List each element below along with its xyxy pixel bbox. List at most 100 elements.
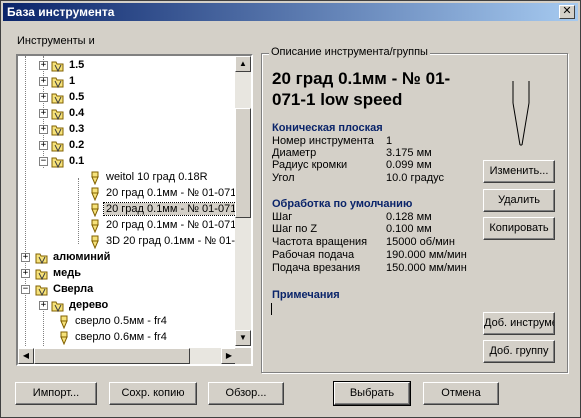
tree-item-label: 0.1 bbox=[69, 155, 85, 167]
stepdown-value: 0.100 мм bbox=[386, 223, 432, 235]
tree-item[interactable]: +1 bbox=[18, 74, 237, 90]
tree-item-label: 20 град 0.1мм - № 01-071-1 bbox=[106, 187, 237, 199]
folder-icon bbox=[51, 91, 65, 105]
collapse-icon[interactable]: − bbox=[39, 157, 48, 166]
scroll-corner bbox=[235, 348, 251, 364]
tree-horizontal-scrollbar[interactable]: ◀ ▶ bbox=[18, 348, 237, 364]
tree-item[interactable]: + медь bbox=[18, 266, 237, 282]
cutter-icon bbox=[88, 187, 102, 201]
horizontal-scroll-thumb[interactable] bbox=[34, 348, 190, 364]
tree-item-label: сверло 0.6мм - fr4 bbox=[75, 331, 167, 343]
browse-button[interactable]: Обзор... bbox=[208, 382, 284, 405]
expand-icon[interactable]: + bbox=[21, 253, 30, 262]
tree-item-label: сверло 0.5мм - fr4 bbox=[75, 315, 167, 327]
tree-vertical-scrollbar[interactable]: ▲ ▼ bbox=[235, 56, 251, 346]
tree-item[interactable]: − 0.1 bbox=[18, 154, 237, 170]
tree-item-label: 0.4 bbox=[69, 107, 85, 119]
tree-item[interactable]: + дерево bbox=[18, 298, 237, 314]
tree-item[interactable]: сверло 0.6мм - fr4 bbox=[18, 330, 237, 346]
scroll-down-button[interactable]: ▼ bbox=[235, 330, 251, 346]
stepover-value: 0.128 мм bbox=[386, 211, 432, 223]
tree-item[interactable]: +0.5 bbox=[18, 90, 237, 106]
tree-item[interactable]: +1.5 bbox=[18, 58, 237, 74]
tree-item-label: 0.2 bbox=[69, 139, 85, 151]
collapse-icon[interactable]: − bbox=[21, 285, 30, 294]
tree-item-label: 0.3 bbox=[69, 123, 85, 135]
plunge-rate-value: 150.000 мм/мин bbox=[386, 262, 467, 274]
notes-text-field[interactable] bbox=[271, 303, 272, 315]
cancel-button[interactable]: Отмена bbox=[423, 382, 499, 405]
tree-item[interactable]: +0.3 bbox=[18, 122, 237, 138]
angle-label: Угол bbox=[272, 172, 295, 184]
drill-icon bbox=[57, 331, 71, 345]
expand-icon[interactable]: + bbox=[39, 141, 48, 150]
tree-item-label: Сверла bbox=[53, 283, 94, 295]
scroll-left-button[interactable]: ◀ bbox=[18, 348, 34, 364]
tree-item[interactable]: + алюминий bbox=[18, 250, 237, 266]
select-button[interactable]: Выбрать bbox=[333, 381, 411, 406]
expand-icon[interactable]: + bbox=[39, 61, 48, 70]
expand-icon[interactable]: + bbox=[39, 125, 48, 134]
window-title: База инструмента bbox=[7, 5, 115, 19]
tree-item[interactable]: 3D 20 град 0.1мм - № 01-071 bbox=[18, 234, 237, 250]
edge-radius-value: 0.099 мм bbox=[386, 159, 432, 171]
expand-icon[interactable]: + bbox=[39, 77, 48, 86]
diameter-value: 3.175 мм bbox=[386, 147, 432, 159]
folder-icon bbox=[35, 251, 49, 265]
expand-icon[interactable]: + bbox=[39, 109, 48, 118]
tree-item[interactable]: 20 град 0.1мм - № 01-071-1 lo bbox=[18, 202, 237, 218]
default-machining-heading: Обработка по умолчанию bbox=[272, 198, 413, 210]
feed-rate-label: Рабочая подача bbox=[272, 249, 355, 261]
tree-item-label: 0.5 bbox=[69, 91, 85, 103]
save-copy-button[interactable]: Сохр. копию bbox=[109, 382, 197, 405]
feed-rate-value: 190.000 мм/мин bbox=[386, 249, 467, 261]
plunge-rate-label: Подача врезания bbox=[272, 262, 361, 274]
expand-icon[interactable]: + bbox=[39, 301, 48, 310]
tool-title: 20 град 0.1мм - № 01-071-1 low speed bbox=[272, 69, 451, 109]
folder-icon bbox=[51, 155, 65, 169]
delete-button[interactable]: Удалить bbox=[483, 189, 555, 212]
tree-item-label: 20 град 0.1мм - № 01-071-1 lo bbox=[103, 202, 237, 216]
cutter-icon bbox=[88, 235, 102, 249]
stepover-label: Шаг bbox=[272, 211, 293, 223]
tree-item[interactable]: сверло 0.5мм - fr4 bbox=[18, 314, 237, 330]
tree-item[interactable]: − Сверла bbox=[18, 282, 237, 298]
tree-item-label: 1.5 bbox=[69, 59, 85, 71]
folder-icon bbox=[51, 107, 65, 121]
copy-button[interactable]: Копировать bbox=[483, 217, 555, 240]
vertical-scroll-thumb[interactable] bbox=[235, 108, 251, 218]
tree-item-label: алюминий bbox=[53, 251, 111, 263]
tree-label: Инструменты и bbox=[17, 35, 95, 47]
tool-tree[interactable]: +1.5 +1 +0.5 +0.4 +0.3 +0.2−0.1 weitol 10 град… bbox=[16, 54, 253, 366]
tree-item[interactable]: +0.2 bbox=[18, 138, 237, 154]
tree-item-label: 20 град 0.1мм - № 01-071-1 lo bbox=[106, 219, 237, 231]
import-button[interactable]: Импорт... bbox=[15, 382, 97, 405]
folder-icon bbox=[51, 75, 65, 89]
tree-item[interactable]: 20 град 0.1мм - № 01-071-1 bbox=[18, 186, 237, 202]
tree-item[interactable]: +0.4 bbox=[18, 106, 237, 122]
folder-icon bbox=[51, 123, 65, 137]
stepdown-label: Шаг по Z bbox=[272, 223, 318, 235]
close-button[interactable]: ✕ bbox=[559, 5, 575, 19]
add-group-button[interactable]: Доб. группу bbox=[483, 340, 555, 363]
angle-value: 10.0 градус bbox=[386, 172, 445, 184]
edge-radius-label: Радиус кромки bbox=[272, 159, 348, 171]
expand-icon[interactable]: + bbox=[21, 269, 30, 278]
tool-number-label: Номер инструмента bbox=[272, 135, 374, 147]
folder-icon bbox=[51, 299, 65, 313]
tree-item[interactable]: 20 град 0.1мм - № 01-071-1 lo bbox=[18, 218, 237, 234]
add-tool-button[interactable]: Доб. инструмент bbox=[483, 312, 555, 335]
tree-item-label: 1 bbox=[69, 75, 76, 87]
drill-icon bbox=[57, 315, 71, 329]
edit-button[interactable]: Изменить... bbox=[483, 160, 555, 183]
cutter-icon bbox=[88, 219, 102, 233]
scroll-up-button[interactable]: ▲ bbox=[235, 56, 251, 72]
diameter-label: Диаметр bbox=[272, 147, 317, 159]
expand-icon[interactable]: + bbox=[39, 93, 48, 102]
title-bar: База инструмента ✕ bbox=[3, 3, 578, 21]
tool-database-dialog: База инструмента ✕ Инструменты и +1.5 +1 +… bbox=[0, 0, 581, 418]
tree-item-label: 3D 20 град 0.1мм - № 01-071 bbox=[106, 235, 237, 247]
tree-item[interactable]: weitol 10 град 0.18R bbox=[18, 170, 237, 186]
tool-type-heading: Коническая плоская bbox=[272, 122, 383, 134]
tree-item-label: weitol 10 град 0.18R bbox=[106, 171, 208, 183]
